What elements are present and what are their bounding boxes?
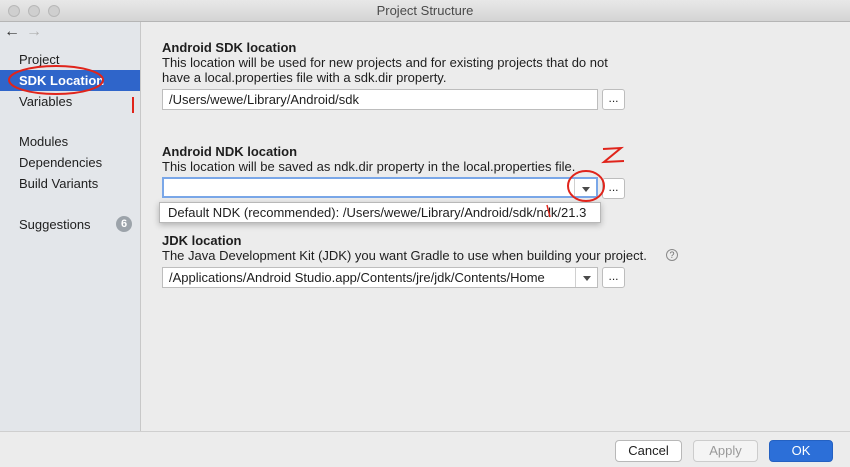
apply-button[interactable]: Apply: [693, 440, 758, 462]
sdk-location-panel: Android SDK location This location will …: [142, 22, 850, 431]
ndk-browse-button[interactable]: ...: [602, 178, 625, 199]
sidebar-item-suggestions[interactable]: Suggestions 6: [0, 214, 140, 235]
ndk-dropdown-popup: Default NDK (recommended): /Users/wewe/L…: [159, 202, 601, 223]
forward-arrow-icon[interactable]: →: [26, 24, 42, 40]
sidebar-item-project[interactable]: Project: [0, 49, 140, 70]
sidebar-item-modules[interactable]: Modules: [0, 131, 140, 152]
sidebar-item-label: Suggestions: [19, 217, 91, 232]
sdk-section-title: Android SDK location: [162, 40, 297, 55]
sdk-browse-button[interactable]: ...: [602, 89, 625, 110]
window-title: Project Structure: [376, 3, 474, 18]
sidebar-item-sdk-location[interactable]: SDK Location: [0, 70, 140, 91]
sdk-section-description: This location will be used for new proje…: [162, 55, 608, 85]
chevron-down-icon: [583, 276, 591, 281]
ndk-dropdown-button[interactable]: [574, 179, 596, 198]
jdk-browse-button[interactable]: ...: [602, 267, 625, 288]
jdk-path-combobox[interactable]: /Applications/Android Studio.app/Content…: [162, 267, 598, 288]
sidebar-item-variables[interactable]: Variables: [0, 91, 140, 112]
help-icon[interactable]: ?: [666, 249, 678, 261]
chevron-down-icon: [582, 187, 590, 192]
ndk-section-title: Android NDK location: [162, 144, 298, 159]
cancel-button[interactable]: Cancel: [615, 440, 682, 462]
sidebar-item-dependencies[interactable]: Dependencies: [0, 152, 140, 173]
title-bar: Project Structure: [0, 0, 850, 22]
ok-button[interactable]: OK: [769, 440, 833, 462]
jdk-section-title: JDK location: [162, 233, 242, 248]
jdk-dropdown-button[interactable]: [575, 268, 597, 287]
dialog-footer: Cancel Apply OK: [0, 431, 850, 467]
suggestions-count-badge: 6: [116, 216, 132, 232]
sidebar: ← → Project SDK Location Variables Modul…: [0, 22, 141, 431]
sidebar-item-build-variants[interactable]: Build Variants: [0, 173, 140, 194]
ndk-section-description: This location will be saved as ndk.dir p…: [162, 159, 576, 174]
jdk-section-description: The Java Development Kit (JDK) you want …: [162, 248, 647, 263]
ndk-dropdown-option-default[interactable]: Default NDK (recommended): /Users/wewe/L…: [168, 205, 586, 220]
back-arrow-icon[interactable]: ←: [4, 24, 20, 40]
ndk-path-combobox[interactable]: [162, 177, 598, 198]
jdk-path-value: /Applications/Android Studio.app/Content…: [169, 270, 545, 285]
sdk-path-field[interactable]: /Users/wewe/Library/Android/sdk: [162, 89, 598, 110]
